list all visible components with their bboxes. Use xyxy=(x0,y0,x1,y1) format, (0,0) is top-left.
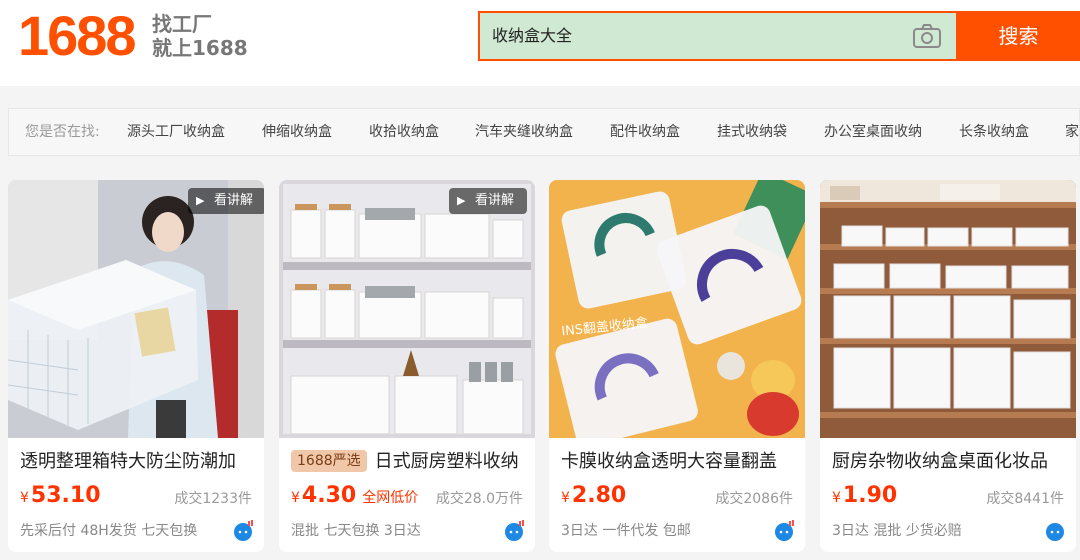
suggestion-item[interactable]: 汽车夹缝收纳盒 xyxy=(475,123,573,141)
logo[interactable]: 1688 xyxy=(18,8,137,64)
play-icon: ▶ xyxy=(457,194,466,207)
product-card[interactable]: 厨房杂物收纳盒桌面化妆品 ¥1.90 成交8441件 3日达 混批 少货必赔 xyxy=(820,180,1076,552)
currency: ¥ xyxy=(832,490,841,506)
product-card[interactable]: ▶ 看讲解 1688严选 日式厨房塑料收纳 ¥4.30 全网低价 成交28.0万件 … xyxy=(279,180,535,552)
suggestion-item[interactable]: 长条收纳盒 xyxy=(959,123,1029,141)
chat-icon[interactable] xyxy=(1044,520,1066,542)
video-label: 看讲解 xyxy=(214,193,254,208)
slogan: 找工厂 就上1688 xyxy=(152,12,248,60)
currency: ¥ xyxy=(561,490,570,506)
price-value: 1.90 xyxy=(842,483,898,508)
product-price: ¥53.10 xyxy=(20,482,101,512)
suggestion-item[interactable]: 源头工厂收纳盒 xyxy=(127,123,225,141)
service-tags: 混批 七天包换 3日达 xyxy=(291,523,421,539)
product-image[interactable] xyxy=(820,180,1076,438)
sales-count: 成交28.0万件 xyxy=(435,491,523,507)
video-explain-button[interactable]: ▶ 看讲解 xyxy=(449,188,527,214)
product-card[interactable]: INS翻盖收纳盒 卡膜收纳盒透明大容量翻盖 ¥2.80 成交2086件 3日达 … xyxy=(549,180,805,552)
product-image[interactable]: ▶ 看讲解 xyxy=(8,180,264,438)
product-image[interactable]: INS翻盖收纳盒 xyxy=(549,180,805,438)
sales-count: 成交8441件 xyxy=(986,491,1064,507)
product-title[interactable]: 1688严选 日式厨房塑料收纳 xyxy=(291,450,519,474)
service-tags: 3日达 一件代发 包邮 xyxy=(561,523,691,539)
suggestion-item[interactable]: 收拾收纳盒 xyxy=(369,123,439,141)
search-input[interactable]: 收纳盒大全 xyxy=(492,24,572,48)
sales-count: 成交2086件 xyxy=(715,491,793,507)
currency: ¥ xyxy=(20,490,29,506)
search-button[interactable]: 搜索 xyxy=(957,11,1080,61)
service-tags: 先采后付 48H发货 七天包换 xyxy=(20,523,198,539)
video-explain-button[interactable]: ▶ 看讲解 xyxy=(188,188,264,214)
product-price: ¥2.80 xyxy=(561,482,626,512)
suggestion-item[interactable]: 配件收纳盒 xyxy=(610,123,680,141)
yanxuan-badge: 1688严选 xyxy=(291,450,367,472)
currency: ¥ xyxy=(291,490,300,506)
sales-count: 成交1233件 xyxy=(174,491,252,507)
slogan-line-1: 找工厂 xyxy=(152,12,212,36)
lowest-price-tag: 全网低价 xyxy=(362,490,419,506)
product-title[interactable]: 卡膜收纳盒透明大容量翻盖 xyxy=(561,450,777,474)
product-image[interactable]: ▶ 看讲解 xyxy=(279,180,535,438)
chat-icon[interactable] xyxy=(503,520,525,542)
header: 1688 找工厂 就上1688 收纳盒大全 搜索 xyxy=(0,0,1080,86)
suggestion-item[interactable]: 家 xyxy=(1065,123,1079,141)
suggestion-item[interactable]: 伸缩收纳盒 xyxy=(262,123,332,141)
product-card[interactable]: ▶ 看讲解 透明整理箱特大防尘防潮加 ¥53.10 成交1233件 先采后付 4… xyxy=(8,180,264,552)
service-tags: 3日达 混批 少货必赔 xyxy=(832,523,962,539)
search-box[interactable]: 收纳盒大全 xyxy=(478,11,958,61)
price-value: 2.80 xyxy=(571,483,627,508)
chat-icon[interactable] xyxy=(232,520,254,542)
chat-icon[interactable] xyxy=(773,520,795,542)
video-label: 看讲解 xyxy=(475,193,515,208)
suggestion-item[interactable]: 挂式收纳袋 xyxy=(717,123,787,141)
product-price: ¥4.30 全网低价 xyxy=(291,482,418,512)
suggestion-label: 您是否在找: xyxy=(25,124,100,140)
product-title[interactable]: 透明整理箱特大防尘防潮加 xyxy=(20,450,236,474)
camera-icon[interactable] xyxy=(912,22,942,52)
suggestion-item[interactable]: 办公室桌面收纳 xyxy=(824,123,922,141)
slogan-line-2: 就上1688 xyxy=(152,36,248,60)
play-icon: ▶ xyxy=(196,194,205,207)
price-value: 53.10 xyxy=(30,483,101,508)
product-title[interactable]: 厨房杂物收纳盒桌面化妆品 xyxy=(832,450,1048,474)
suggestion-bar: 您是否在找: 源头工厂收纳盒 伸缩收纳盒 收拾收纳盒 汽车夹缝收纳盒 配件收纳盒… xyxy=(8,108,1080,156)
price-value: 4.30 xyxy=(301,483,357,508)
product-price: ¥1.90 xyxy=(832,482,897,512)
product-title-text: 日式厨房塑料收纳 xyxy=(374,451,519,472)
